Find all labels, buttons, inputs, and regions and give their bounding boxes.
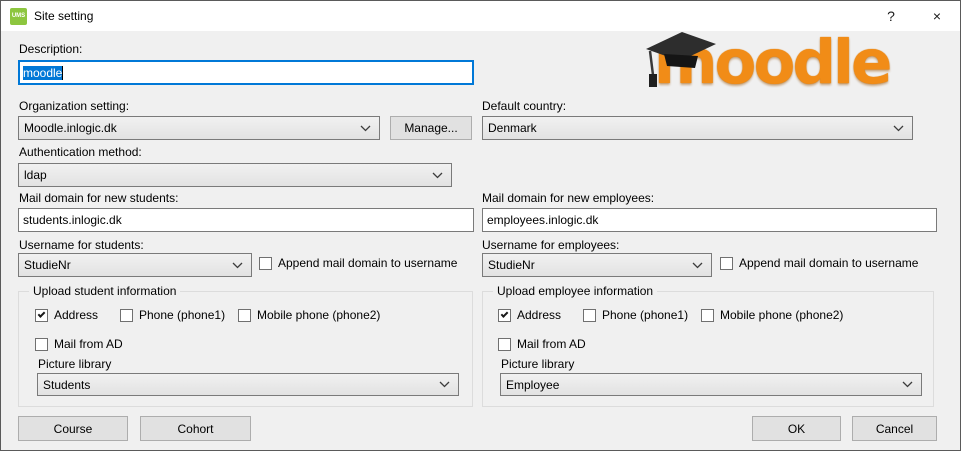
employee-picture-library-label: Picture library bbox=[501, 357, 574, 371]
mail-domain-employees-label: Mail domain for new employees: bbox=[482, 191, 654, 205]
manage-button[interactable]: Manage... bbox=[390, 116, 472, 140]
authentication-method-select[interactable]: ldap bbox=[18, 163, 452, 187]
username-employees-label: Username for employees: bbox=[482, 238, 619, 252]
employee-mail-from-ad-row[interactable]: Mail from AD bbox=[498, 337, 586, 351]
username-employees-select[interactable]: StudieNr bbox=[482, 253, 712, 277]
student-picture-library-select[interactable]: Students bbox=[37, 373, 459, 396]
chevron-down-icon bbox=[439, 381, 450, 388]
employee-picture-library-value: Employee bbox=[506, 378, 559, 392]
upload-employee-information-group: Upload employee information Address Phon… bbox=[482, 291, 934, 407]
site-setting-dialog: UMS Site setting ? × moodle Description:… bbox=[0, 0, 961, 451]
student-phone-label: Phone (phone1) bbox=[139, 308, 225, 322]
employee-address-row[interactable]: Address bbox=[498, 308, 561, 322]
student-mobile-label: Mobile phone (phone2) bbox=[257, 308, 380, 322]
chevron-down-icon bbox=[692, 262, 703, 269]
append-domain-employees-label: Append mail domain to username bbox=[739, 256, 918, 270]
employee-phone-checkbox[interactable] bbox=[583, 309, 596, 322]
text-caret bbox=[62, 66, 63, 80]
description-input[interactable]: moodle bbox=[18, 60, 474, 85]
graduation-cap-icon bbox=[640, 23, 718, 101]
ok-button[interactable]: OK bbox=[752, 416, 841, 441]
mail-domain-students-input[interactable]: students.inlogic.dk bbox=[18, 208, 474, 232]
close-button[interactable]: × bbox=[914, 1, 960, 31]
student-mail-from-ad-checkbox[interactable] bbox=[35, 338, 48, 351]
authentication-method-label: Authentication method: bbox=[19, 145, 142, 159]
moodle-logo: moodle bbox=[646, 33, 906, 103]
employee-mail-from-ad-checkbox[interactable] bbox=[498, 338, 511, 351]
student-mobile-row[interactable]: Mobile phone (phone2) bbox=[238, 308, 380, 322]
student-mobile-checkbox[interactable] bbox=[238, 309, 251, 322]
cohort-button[interactable]: Cohort bbox=[140, 416, 251, 441]
chevron-down-icon bbox=[232, 262, 243, 269]
employee-phone-label: Phone (phone1) bbox=[602, 308, 688, 322]
organization-setting-label: Organization setting: bbox=[19, 99, 129, 113]
student-address-row[interactable]: Address bbox=[35, 308, 98, 322]
default-country-select[interactable]: Denmark bbox=[482, 116, 913, 140]
mail-domain-students-value: students.inlogic.dk bbox=[23, 213, 122, 227]
default-country-value: Denmark bbox=[488, 121, 537, 135]
employee-mail-from-ad-label: Mail from AD bbox=[517, 337, 586, 351]
cancel-button[interactable]: Cancel bbox=[852, 416, 937, 441]
student-picture-library-value: Students bbox=[43, 378, 90, 392]
employee-phone-row[interactable]: Phone (phone1) bbox=[583, 308, 688, 322]
append-domain-employees-checkbox[interactable] bbox=[720, 257, 733, 270]
employee-picture-library-select[interactable]: Employee bbox=[500, 373, 922, 396]
description-value: moodle bbox=[23, 66, 62, 80]
student-phone-checkbox[interactable] bbox=[120, 309, 133, 322]
default-country-label: Default country: bbox=[482, 99, 566, 113]
upload-student-information-group: Upload student information Address Phone… bbox=[18, 291, 473, 407]
username-employees-value: StudieNr bbox=[488, 258, 535, 272]
employee-address-checkbox[interactable] bbox=[498, 309, 511, 322]
employee-mobile-label: Mobile phone (phone2) bbox=[720, 308, 843, 322]
student-mail-from-ad-label: Mail from AD bbox=[54, 337, 123, 351]
append-domain-students-checkbox[interactable] bbox=[259, 257, 272, 270]
chevron-down-icon bbox=[893, 125, 904, 132]
employee-address-label: Address bbox=[517, 308, 561, 322]
append-domain-employees-row[interactable]: Append mail domain to username bbox=[720, 256, 918, 270]
student-picture-library-label: Picture library bbox=[38, 357, 111, 371]
checkmark-icon bbox=[38, 310, 46, 318]
ums-app-icon: UMS bbox=[10, 8, 27, 25]
employee-mobile-row[interactable]: Mobile phone (phone2) bbox=[701, 308, 843, 322]
student-address-checkbox[interactable] bbox=[35, 309, 48, 322]
upload-student-information-title: Upload student information bbox=[29, 284, 180, 298]
window-title: Site setting bbox=[34, 9, 93, 23]
append-domain-students-row[interactable]: Append mail domain to username bbox=[259, 256, 457, 270]
chevron-down-icon bbox=[902, 381, 913, 388]
username-students-label: Username for students: bbox=[19, 238, 144, 252]
mail-domain-students-label: Mail domain for new students: bbox=[19, 191, 178, 205]
checkmark-icon bbox=[501, 310, 509, 318]
username-students-value: StudieNr bbox=[24, 258, 71, 272]
course-button[interactable]: Course bbox=[18, 416, 128, 441]
description-label: Description: bbox=[19, 42, 82, 56]
student-mail-from-ad-row[interactable]: Mail from AD bbox=[35, 337, 123, 351]
username-students-select[interactable]: StudieNr bbox=[18, 253, 252, 277]
mail-domain-employees-value: employees.inlogic.dk bbox=[487, 213, 598, 227]
append-domain-students-label: Append mail domain to username bbox=[278, 256, 457, 270]
chevron-down-icon bbox=[432, 172, 443, 179]
organization-setting-select[interactable]: Moodle.inlogic.dk bbox=[18, 116, 380, 140]
student-phone-row[interactable]: Phone (phone1) bbox=[120, 308, 225, 322]
upload-employee-information-title: Upload employee information bbox=[493, 284, 657, 298]
employee-mobile-checkbox[interactable] bbox=[701, 309, 714, 322]
organization-setting-value: Moodle.inlogic.dk bbox=[24, 121, 117, 135]
mail-domain-employees-input[interactable]: employees.inlogic.dk bbox=[482, 208, 937, 232]
authentication-method-value: ldap bbox=[24, 168, 47, 182]
student-address-label: Address bbox=[54, 308, 98, 322]
chevron-down-icon bbox=[360, 125, 371, 132]
